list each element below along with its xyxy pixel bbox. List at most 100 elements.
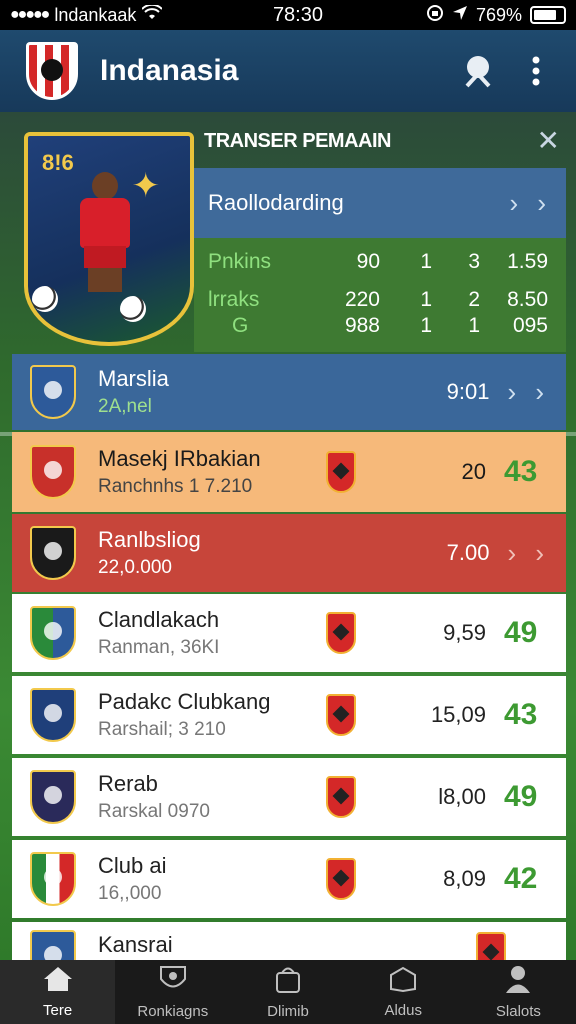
stats-section-label: Raollodarding xyxy=(208,190,344,215)
close-icon[interactable]: ✕ xyxy=(537,124,560,157)
row-value: l8,00 xyxy=(438,784,486,809)
club-name: Ranlbsliog xyxy=(98,527,201,552)
player-rating: 43 xyxy=(504,455,538,488)
battery-icon xyxy=(530,6,566,24)
row-text: Masekj IRbakian Ranchnhs 1 7.210 xyxy=(98,446,326,498)
football-icon xyxy=(32,286,58,312)
rotation-lock-icon xyxy=(426,4,444,27)
list-item[interactable]: Clandlakach Ranman, 36KI 9,59 49 xyxy=(12,594,566,672)
list-item[interactable]: Marslia 2A,nel 9:01 › › xyxy=(12,354,566,430)
club-subtitle: 22,0.000 xyxy=(98,557,172,578)
list-item[interactable]: Kansrai xyxy=(12,922,566,960)
bag-icon xyxy=(274,964,302,999)
nav-item-clubs[interactable]: Aldus xyxy=(346,960,461,1024)
list-item[interactable]: Masekj IRbakian Ranchnhs 1 7.210 20 43 xyxy=(12,432,566,512)
stats-section-header[interactable]: Raollodarding › › xyxy=(194,168,566,238)
stats-value: 8.50 xyxy=(507,288,548,311)
club-name: Rerab xyxy=(98,771,158,796)
nav-label: Ronkiagns xyxy=(137,1003,209,1020)
nav-item-home[interactable]: Tere xyxy=(0,960,116,1024)
club-subtitle: Ranman, 36KI xyxy=(98,637,220,658)
club-crest-icon xyxy=(30,606,76,660)
nav-item-shop[interactable]: Dlimib xyxy=(230,960,345,1024)
stats-value: 90 xyxy=(356,250,380,273)
club-badge-icon xyxy=(326,776,356,818)
transfer-card: 8!6 ✦ TRANSER PEMAAIN ✕ Raollodarding › … xyxy=(12,116,566,354)
row-value: 7.00 xyxy=(446,540,490,565)
stats-value: 1 xyxy=(420,314,432,337)
status-bar: ●●●●● lndankaak 78:30 769% xyxy=(0,0,576,30)
nav-label: Slalots xyxy=(495,1003,541,1020)
player-rating: 42 xyxy=(504,862,538,895)
club-crest-icon xyxy=(30,852,76,906)
club-badge-icon xyxy=(326,694,356,736)
club-crest-icon xyxy=(30,365,76,419)
club-subtitle: 16,,000 xyxy=(98,883,162,904)
club-crest-icon xyxy=(30,526,76,580)
club-name: Padakc Clubkang xyxy=(98,689,271,714)
stats-value: 2 xyxy=(468,288,480,311)
list-item[interactable]: Club ai 16,,000 8,09 42 xyxy=(12,840,566,918)
club-subtitle: Rarskal 0970 xyxy=(98,801,210,822)
stats-value: 1.59 xyxy=(507,250,548,273)
transfer-card-title: TRANSER PEMAAIN xyxy=(204,130,391,152)
stats-name: lrraks xyxy=(208,288,260,311)
signal-strength-icon: ●●●●● xyxy=(10,6,50,23)
row-value: 15,09 xyxy=(430,702,486,727)
football-icon xyxy=(120,296,146,322)
list-item[interactable]: Padakc Clubkang Rarshail; 3 210 15,09 43 xyxy=(12,676,566,754)
stats-value: 3 xyxy=(468,250,480,273)
player-rating: 43 xyxy=(504,698,538,731)
home-icon xyxy=(42,965,74,998)
stats-table: Pnkins 90 1 3 1.59 lrraks 220 1 2 8.50 G… xyxy=(194,238,566,352)
club-badge-icon xyxy=(326,858,356,900)
status-right: 769% xyxy=(426,4,566,27)
stats-value: 095 xyxy=(512,314,548,337)
row-value: 9,59 xyxy=(443,620,486,645)
bottom-navigation: Tere Ronkiagns Dlimib Aldus Slalots xyxy=(0,960,576,1024)
chevron-right-icon: › › xyxy=(507,537,550,568)
chevron-right-icon: › › xyxy=(509,187,552,218)
book-icon xyxy=(388,965,418,998)
nav-item-rankings[interactable]: Ronkiagns xyxy=(115,960,230,1024)
stats-row: G 988 1 1 095 xyxy=(194,314,566,344)
club-subtitle: 2A,nel xyxy=(98,396,152,417)
club-crest-icon xyxy=(30,445,76,499)
nav-item-profile[interactable]: Slalots xyxy=(461,960,576,1024)
club-badge-icon xyxy=(476,932,506,960)
row-text: Clandlakach Ranman, 36KI xyxy=(98,607,326,659)
row-text: Padakc Clubkang Rarshail; 3 210 xyxy=(98,689,326,741)
player-rating: 49 xyxy=(504,616,538,649)
row-value: 8,09 xyxy=(443,866,486,891)
status-time: 78:30 xyxy=(272,3,323,26)
carrier-name: lndankaak xyxy=(54,4,137,25)
club-name: Masekj IRbakian xyxy=(98,446,261,471)
player-card-shield[interactable]: 8!6 ✦ xyxy=(24,132,194,346)
list-item[interactable]: Ranlbsliog 22,0.000 7.00 › › xyxy=(12,514,566,592)
club-name: Kansrai xyxy=(98,932,173,957)
list-item[interactable]: Rerab Rarskal 0970 l8,00 49 xyxy=(12,758,566,836)
club-name: Club ai xyxy=(98,853,167,878)
row-text: Rerab Rarskal 0970 xyxy=(98,771,326,823)
search-icon[interactable] xyxy=(458,51,498,91)
club-subtitle: Rarshail; 3 210 xyxy=(98,719,226,740)
club-name: Clandlakach xyxy=(98,607,220,632)
row-value: 20 xyxy=(461,459,486,484)
row-text: Kansrai xyxy=(98,932,476,958)
battery-percent: 769% xyxy=(475,4,522,25)
club-badge-icon xyxy=(326,612,356,654)
row-text: Ranlbsliog 22,0.000 xyxy=(98,527,419,579)
location-icon xyxy=(452,5,468,26)
club-subtitle: Ranchnhs 1 7.210 xyxy=(98,476,253,497)
more-vertical-icon[interactable] xyxy=(516,51,556,91)
crest-icon xyxy=(158,964,188,999)
player-rating: 49 xyxy=(504,780,538,813)
app-header: Indanasia xyxy=(0,30,576,112)
wifi-icon xyxy=(141,3,164,26)
stats-row: Pnkins 90 1 3 1.59 xyxy=(194,250,566,280)
stats-value: 220 xyxy=(344,288,380,311)
row-text: Marslia 2A,nel xyxy=(98,366,419,418)
user-icon xyxy=(504,964,532,999)
stats-value: 1 xyxy=(468,314,480,337)
stats-value: 1 xyxy=(420,250,432,273)
